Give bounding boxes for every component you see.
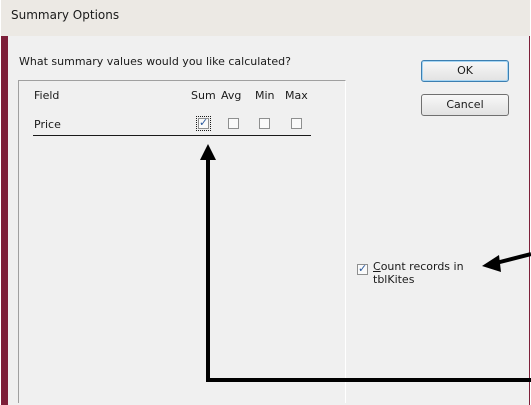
arrow-to-count-line <box>495 252 531 265</box>
arrow-to-count-head <box>482 255 501 272</box>
arrow-to-sum-head <box>200 144 216 160</box>
annotation-arrows <box>200 144 531 382</box>
